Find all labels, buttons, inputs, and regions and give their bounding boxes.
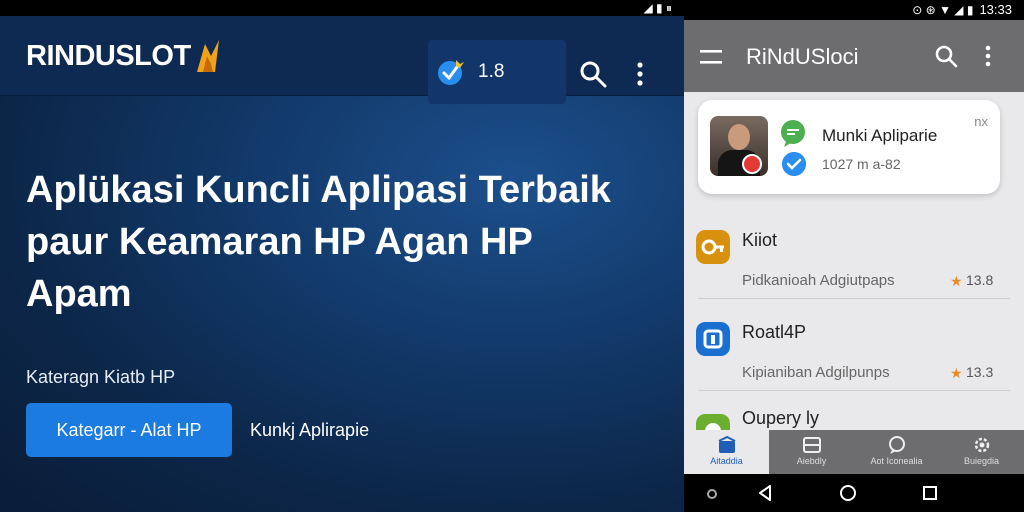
list-item-desc: Kipianiban Adgilpunps [742, 364, 890, 381]
app-thumbnail [710, 116, 768, 176]
nav-label: Aot Iconealia [870, 456, 923, 466]
search-icon[interactable] [934, 44, 958, 68]
featured-app-card[interactable]: Munki Apliparie 1027 m a-82 nx [698, 100, 1000, 194]
phone-app-bar: RiNdUSloci [684, 20, 1024, 92]
phone-mockup: ⊙ ⊛ ▼ ◢ ▮ 13:33 RiNdUSloci Munki Aplipar… [684, 0, 1024, 512]
star-icon: ★ [950, 273, 963, 289]
category-button[interactable]: Kategarr - Alat HP [26, 403, 232, 457]
list-item-score: 13.3 [966, 364, 994, 380]
back-icon[interactable] [756, 484, 774, 502]
status-bar: ◢ ▮ ⏸ [0, 0, 684, 16]
hamburger-menu-icon[interactable] [700, 50, 722, 64]
divider [698, 298, 1010, 299]
record-icon [742, 154, 762, 174]
nav-label: Buiegdia [963, 456, 1000, 466]
bottom-navigation: Aitaddia Aiebdly Aot Iconealia Buiegdia [684, 430, 1024, 474]
featured-title: Munki Apliparie [822, 126, 938, 145]
check-badge-icon [782, 152, 806, 176]
list-item[interactable]: Oupery ly [684, 406, 1024, 430]
nav-tab-notifications[interactable]: Aot Iconealia [854, 430, 939, 474]
recent-dot-icon[interactable] [706, 488, 718, 500]
featured-subtitle: 1027 m a-82 [822, 156, 901, 172]
app-title: RiNdUSloci [746, 44, 859, 69]
status-time: 13:33 [979, 2, 1012, 17]
more-vertical-icon[interactable] [980, 44, 996, 68]
shield-app-icon [696, 322, 730, 356]
category-label: Kateragn Kiatb HP [26, 367, 176, 387]
list-item-score: 13.8 [966, 272, 994, 288]
chat-bubble-icon [781, 120, 805, 147]
nav-tab-library[interactable]: Aiebdly [769, 430, 854, 474]
screen: ◢ ▮ ⏸ RINDUSLOT 1.8 Aplükasi Kuncli Apli… [0, 0, 1024, 512]
logo-flame-icon [196, 40, 219, 72]
list-item-title: Oupery ly [742, 408, 820, 428]
status-icons: ◢ ▮ ⏸ [643, 0, 672, 15]
list-item[interactable]: Roatl4P Kipianiban Adgilpunps ★ 13.3 [684, 314, 1024, 406]
dismiss-button[interactable]: nx [974, 114, 988, 129]
nav-label: Aitaddia [710, 456, 743, 466]
chat-icon [888, 436, 905, 454]
list-item-title: Roatl4P [742, 322, 807, 342]
android-app-icon [696, 414, 730, 430]
rating-badge[interactable]: 1.8 [428, 40, 566, 104]
site-header: RINDUSLOT 1.8 [0, 16, 684, 104]
system-navigation-bar [684, 474, 1024, 512]
divider [698, 390, 1010, 391]
hero-headline: Aplükasi Kuncli Aplipasi Terbaik paur Ke… [26, 169, 611, 315]
nav-tab-settings[interactable]: Buiegdia [939, 430, 1024, 474]
more-vertical-icon[interactable] [630, 60, 650, 88]
secondary-link[interactable]: Kunkj Aplirapie [250, 420, 369, 441]
grid-icon [802, 437, 821, 453]
overview-icon[interactable] [922, 485, 938, 501]
gear-icon [974, 437, 989, 453]
rating-value: 1.8 [478, 61, 505, 82]
home-icon [718, 436, 735, 453]
key-app-icon [696, 230, 730, 264]
logo-text: RINDUSLOT [26, 39, 191, 72]
nav-tab-home[interactable]: Aitaddia [684, 430, 769, 474]
verified-check-icon [438, 60, 464, 85]
star-icon: ★ [950, 365, 963, 381]
site-logo[interactable]: RINDUSLOT [26, 36, 221, 76]
status-icons: ⊙ ⊛ ▼ ◢ ▮ [912, 2, 974, 17]
search-icon[interactable] [579, 60, 607, 88]
list-item-desc: Pidkanioah Adgiutpaps [742, 272, 895, 289]
phone-status-bar: ⊙ ⊛ ▼ ◢ ▮ 13:33 [684, 0, 1024, 20]
list-item-title: Kiiot [742, 230, 778, 250]
nav-label: Aiebdly [796, 456, 827, 466]
list-item[interactable]: Kiiot Pidkanioah Adgiutpaps ★ 13.8 [684, 222, 1024, 314]
home-button-icon[interactable] [839, 484, 857, 502]
hero-panel: ◢ ▮ ⏸ RINDUSLOT 1.8 Aplükasi Kuncli Apli… [0, 0, 684, 512]
